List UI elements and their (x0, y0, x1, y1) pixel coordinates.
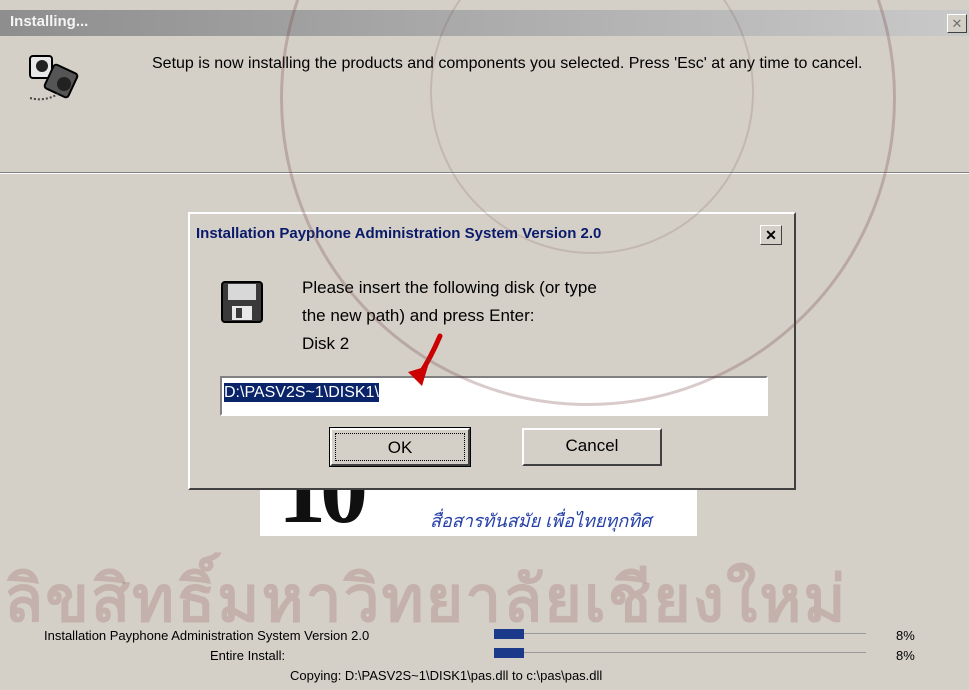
close-icon: ✕ (951, 16, 963, 31)
copying-status: Copying: D:\PASV2S~1\DISK1\pas.dll to c:… (290, 668, 603, 683)
progress-fill (494, 648, 524, 658)
dialog-title-bar: Installation Payphone Administration Sys… (192, 216, 792, 250)
outer-close-button[interactable]: ✕ (947, 14, 967, 33)
dialog-message-line: Please insert the following disk (or typ… (302, 278, 597, 297)
component-progress-bar (494, 629, 866, 639)
dialog-title: Installation Payphone Administration Sys… (196, 225, 602, 242)
close-icon: ✕ (765, 227, 777, 243)
insert-disk-dialog: Installation Payphone Administration Sys… (188, 212, 796, 490)
component-progress-percent: 8% (896, 628, 915, 643)
cancel-button[interactable]: Cancel (522, 428, 662, 466)
progress-track (494, 652, 866, 653)
installer-icon (29, 55, 79, 101)
entire-install-progress-bar (494, 648, 866, 658)
banner-slogan: สื่อสารทันสมัย เพื่อไทยทุกทิศ (430, 511, 652, 531)
dialog-close-button[interactable]: ✕ (760, 225, 782, 245)
red-arrow-icon (408, 333, 443, 386)
dialog-message-line: the new path) and press Enter: (302, 306, 535, 325)
disk-path-input[interactable]: D:\PASV2S~1\DISK1\ (220, 376, 768, 416)
entire-install-label: Entire Install: (210, 648, 286, 663)
install-status-message: Setup is now installing the products and… (152, 55, 863, 72)
outer-title-bar: Installing... ✕ (0, 10, 969, 36)
component-progress-label: Installation Payphone Administration Sys… (44, 628, 370, 643)
floppy-disk-icon (221, 281, 263, 323)
entire-install-percent: 8% (896, 648, 915, 663)
disk-path-value: D:\PASV2S~1\DISK1\ (224, 383, 379, 402)
ok-button-label: OK (335, 433, 465, 461)
progress-track (494, 633, 866, 634)
progress-fill (494, 629, 524, 639)
ok-button[interactable]: OK (329, 427, 471, 467)
separator (0, 172, 969, 174)
outer-window-title: Installing... (10, 13, 89, 30)
